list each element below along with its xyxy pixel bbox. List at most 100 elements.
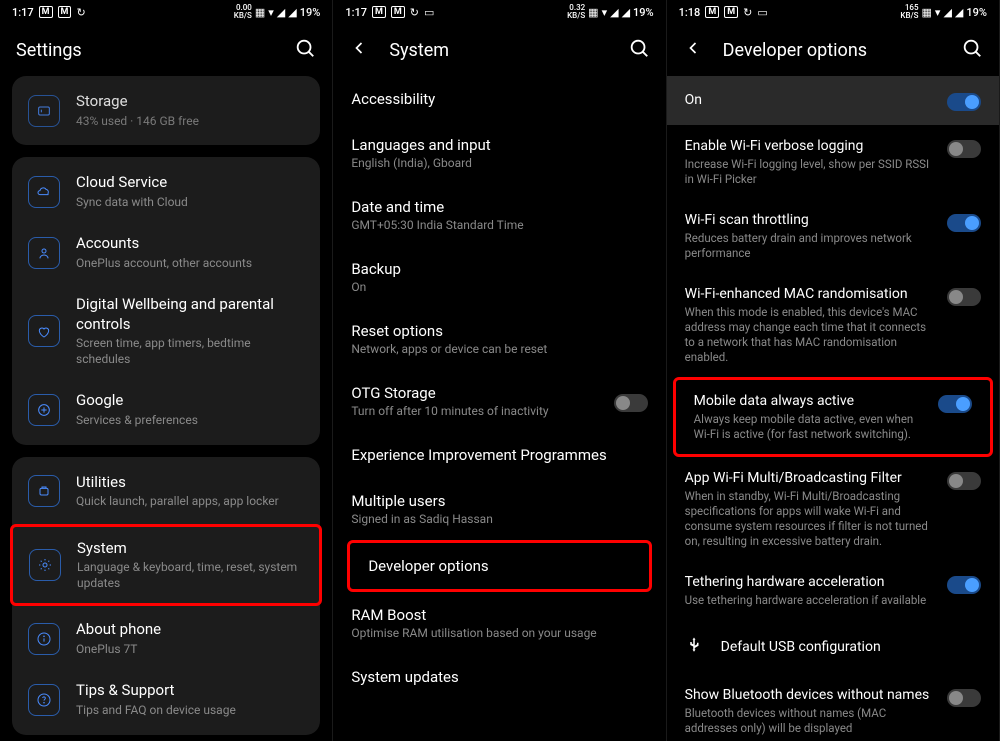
dev-option[interactable]: App Wi-Fi Multi/Broadcasting FilterWhen …	[667, 457, 999, 561]
search-icon[interactable]	[294, 37, 316, 63]
settings-item-storage[interactable]: Storage 43% used · 146 GB free	[12, 80, 320, 141]
item-sub: Turn off after 10 minutes of inactivity	[351, 404, 601, 418]
system-item[interactable]: System updates	[333, 654, 665, 700]
system-item[interactable]: Multiple users Signed in as Sadiq Hassan	[333, 478, 665, 540]
dev-option[interactable]: Mobile data always activeAlways keep mob…	[673, 377, 993, 457]
gmail-icon: M	[58, 6, 72, 18]
item-title: Accessibility	[351, 90, 647, 108]
signal-icon: ◢	[610, 6, 618, 19]
settings-item-google[interactable]: GoogleServices & preferences	[12, 379, 320, 440]
cloud-icon	[28, 176, 60, 208]
item-sub: GMT+05:30 India Standard Time	[351, 218, 647, 232]
gmail-icon: M	[724, 6, 738, 18]
item-sub: On	[351, 280, 647, 294]
default-usb-config[interactable]: Default USB configuration	[667, 620, 999, 674]
item-sub: Language & keyboard, time, reset, system…	[77, 560, 303, 591]
gmail-icon: M	[705, 6, 719, 18]
toggle[interactable]	[614, 394, 648, 412]
item-title: Tethering hardware acceleration	[685, 573, 935, 591]
settings-item-system[interactable]: SystemLanguage & keyboard, time, reset, …	[10, 524, 322, 607]
dev-option[interactable]: Show Bluetooth devices without namesBlue…	[667, 674, 999, 741]
statusbar: 1:18 M M ↻ ▭ 165KB/S ▦ ▾ ◢ ◢ 19%	[667, 0, 999, 24]
item-sub: Sync data with Cloud	[76, 195, 304, 211]
toggle[interactable]	[947, 689, 981, 707]
system-item[interactable]: Experience Improvement Programmes	[333, 432, 665, 478]
search-icon[interactable]	[628, 37, 650, 63]
item-title: Languages and input	[351, 136, 647, 154]
battery-pct: 19%	[300, 6, 321, 19]
item-title: Cloud Service	[76, 173, 304, 193]
settings-panel: 1:17 M M ↻ 0.00KB/S ▦ ▾ ◢ ◢ 19% Settings…	[0, 0, 333, 741]
item-sub: When in standby, Wi-Fi Multi/Broadcastin…	[685, 489, 935, 549]
item-title: Accounts	[76, 234, 304, 254]
item-title: Reset options	[351, 322, 647, 340]
item-title: Storage	[76, 92, 304, 112]
dev-option[interactable]: Wi-Fi-enhanced MAC randomisationWhen thi…	[667, 273, 999, 377]
item-sub: Use tethering hardware acceleration if a…	[685, 593, 935, 608]
toggle[interactable]	[947, 288, 981, 306]
item-title: System updates	[351, 668, 647, 686]
wellbeing-icon	[28, 315, 60, 347]
system-item[interactable]: Date and timeGMT+05:30 India Standard Ti…	[333, 184, 665, 246]
item-title: Google	[76, 391, 304, 411]
volte-icon: ▦	[255, 6, 265, 19]
dev-master-toggle-row[interactable]: On	[667, 76, 999, 125]
toggle[interactable]	[947, 140, 981, 158]
sync-icon: ↻	[76, 6, 85, 19]
system-item[interactable]: Backup On	[333, 246, 665, 308]
back-icon[interactable]	[349, 38, 369, 62]
settings-item-utilities[interactable]: UtilitiesQuick launch, parallel apps, ap…	[12, 461, 320, 522]
wifi-icon: ▾	[602, 6, 608, 19]
toggle[interactable]	[947, 93, 981, 111]
system-item[interactable]: Languages and inputEnglish (India), Gboa…	[333, 122, 665, 184]
settings-item-account[interactable]: Accounts OnePlus account, other accounts	[12, 222, 320, 283]
dev-option[interactable]: Wi-Fi scan throttlingReduces battery dra…	[667, 199, 999, 273]
item-title: Backup	[351, 260, 647, 278]
settings-header: Settings	[0, 24, 332, 76]
system-item[interactable]: Reset options Network, apps or device can…	[333, 308, 665, 370]
item-sub: Quick launch, parallel apps, app locker	[76, 494, 304, 510]
settings-item-about[interactable]: About phoneOnePlus 7T	[12, 608, 320, 669]
toggle[interactable]	[938, 395, 972, 413]
statusbar: 1:17 M M ↻ ▭ 0.32KB/S ▦ ▾ ◢ ◢ 19%	[333, 0, 665, 24]
toggle[interactable]	[947, 214, 981, 232]
dev-option[interactable]: Tethering hardware acceleration Use tethe…	[667, 561, 999, 620]
storage-icon	[28, 95, 60, 127]
item-title: Enable Wi-Fi verbose logging	[685, 137, 935, 155]
toggle[interactable]	[947, 472, 981, 490]
system-item[interactable]: Accessibility	[333, 76, 665, 122]
item-title: System	[77, 539, 303, 559]
usb-icon	[685, 636, 703, 658]
back-icon[interactable]	[683, 38, 703, 62]
item-sub: 43% used · 146 GB free	[76, 114, 304, 130]
item-title: On	[685, 91, 947, 109]
item-title: Multiple users	[351, 492, 647, 510]
dev-option[interactable]: Enable Wi-Fi verbose loggingIncrease Wi-…	[667, 125, 999, 199]
item-sub: Bluetooth devices without names (MAC add…	[685, 706, 935, 736]
search-icon[interactable]	[961, 37, 983, 63]
developer-options-panel: 1:18 M M ↻ ▭ 165KB/S ▦ ▾ ◢ ◢ 19% Develop…	[667, 0, 1000, 741]
screenshot-icon: ▭	[757, 6, 767, 19]
item-sub: Network, apps or device can be reset	[351, 342, 647, 356]
system-item[interactable]: Developer options	[347, 540, 651, 592]
settings-item-cloud[interactable]: Cloud Service Sync data with Cloud	[12, 161, 320, 222]
status-time: 1:17	[12, 6, 34, 19]
toggle[interactable]	[947, 576, 981, 594]
volte-icon: ▦	[922, 6, 932, 19]
battery-icon: ◢	[288, 6, 296, 19]
item-title: RAM Boost	[351, 606, 647, 624]
wifi-icon: ▾	[935, 6, 941, 19]
item-title: Mobile data always active	[694, 392, 926, 410]
item-sub: OnePlus account, other accounts	[76, 256, 304, 272]
system-item[interactable]: RAM BoostOptimise RAM utilisation based …	[333, 592, 665, 654]
settings-item-wellbeing[interactable]: Digital Wellbeing and parental controlsS…	[12, 283, 320, 379]
item-sub: Signed in as Sadiq Hassan	[351, 512, 647, 526]
item-title: About phone	[76, 620, 304, 640]
settings-item-tips[interactable]: Tips & SupportTips and FAQ on device usa…	[12, 669, 320, 730]
statusbar: 1:17 M M ↻ 0.00KB/S ▦ ▾ ◢ ◢ 19%	[0, 0, 332, 24]
gmail-icon: M	[372, 6, 386, 18]
battery-pct: 19%	[633, 6, 654, 19]
system-icon	[29, 549, 61, 581]
system-item[interactable]: OTG StorageTurn off after 10 minutes of …	[333, 370, 665, 432]
google-icon	[28, 394, 60, 426]
